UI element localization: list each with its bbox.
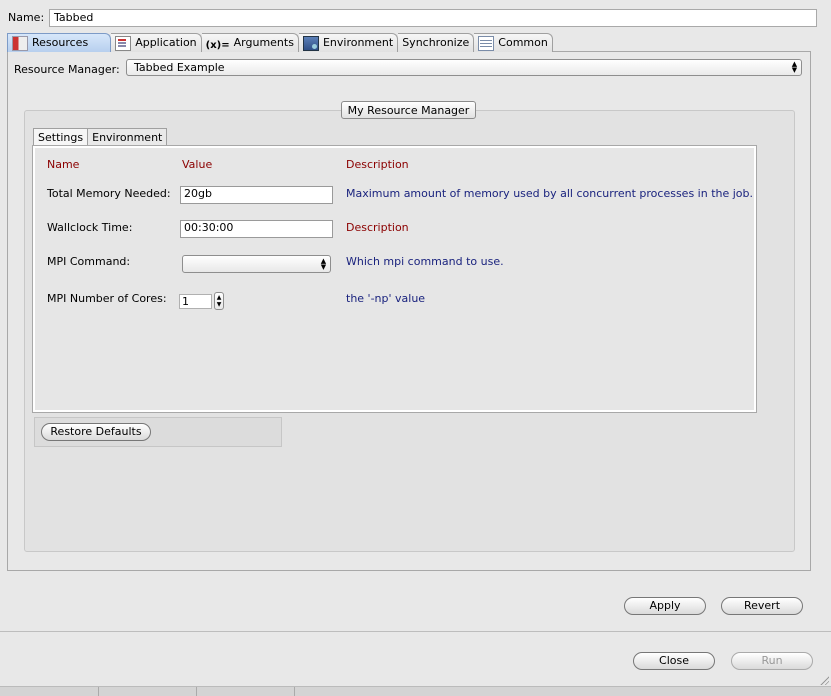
mpi-cores-label: MPI Number of Cores: xyxy=(47,292,167,305)
tab-label: Application xyxy=(135,36,197,49)
tab-arguments[interactable]: (x)= Arguments xyxy=(201,33,299,52)
divider xyxy=(0,631,831,632)
tab-label: Resources xyxy=(32,36,89,49)
tab-environment[interactable]: Environment xyxy=(298,33,399,52)
resource-manager-label: Resource Manager: xyxy=(14,63,120,76)
resource-manager-select[interactable]: Tabbed Example ▲ ▼ xyxy=(126,59,802,76)
tab-label: Synchronize xyxy=(402,36,470,49)
application-icon xyxy=(115,35,132,51)
mpi-command-select[interactable]: ▲ ▼ xyxy=(182,255,331,273)
launch-config-tabs: Resources Application (x)= Arguments Env… xyxy=(7,33,553,52)
column-header-name: Name xyxy=(47,158,80,171)
tab-label: Environment xyxy=(322,36,394,49)
wallclock-time-label: Wallclock Time: xyxy=(47,221,133,234)
total-memory-description: Maximum amount of memory used by all con… xyxy=(346,187,754,200)
tab-application[interactable]: Application xyxy=(111,33,202,52)
tab-label: Common xyxy=(498,36,548,49)
wallclock-time-input[interactable]: 00:30:00 xyxy=(180,220,333,238)
mpi-cores-description: the '-np' value xyxy=(346,292,426,305)
mpi-cores-input[interactable]: 1 xyxy=(179,294,212,309)
mpi-cores-stepper[interactable]: ▲ ▼ xyxy=(214,292,224,310)
mpi-command-label: MPI Command: xyxy=(47,255,131,268)
inner-tabs: Settings Environment xyxy=(33,128,168,146)
chevron-updown-icon: ▲ ▼ xyxy=(791,60,798,74)
arguments-icon: (x)= xyxy=(205,39,230,51)
tab-label: Arguments xyxy=(233,36,294,49)
environment-icon xyxy=(302,35,319,51)
name-label: Name: xyxy=(8,11,45,24)
common-icon xyxy=(478,35,495,51)
apply-button[interactable]: Apply xyxy=(624,597,706,615)
resize-grip-icon[interactable] xyxy=(819,675,829,685)
chevron-updown-icon: ▲ ▼ xyxy=(320,257,327,271)
tab-synchronize[interactable]: Synchronize xyxy=(398,33,475,52)
wallclock-time-description: Description xyxy=(346,221,409,234)
group-title: My Resource Manager xyxy=(341,101,476,119)
tab-resources[interactable]: Resources xyxy=(7,33,112,52)
column-header-value: Value xyxy=(182,158,213,171)
mpi-command-description: Which mpi command to use. xyxy=(346,255,504,268)
revert-button[interactable]: Revert xyxy=(721,597,803,615)
resources-icon xyxy=(12,35,28,51)
restore-defaults-button[interactable]: Restore Defaults xyxy=(41,423,151,441)
tab-common[interactable]: Common xyxy=(474,33,553,52)
tab-inner-environment[interactable]: Environment xyxy=(88,128,168,146)
close-button[interactable]: Close xyxy=(633,652,715,670)
total-memory-label: Total Memory Needed: xyxy=(47,187,171,200)
column-header-description: Description xyxy=(346,158,409,171)
name-input[interactable]: Tabbed xyxy=(49,9,817,27)
run-button: Run xyxy=(731,652,813,670)
tab-settings[interactable]: Settings xyxy=(33,128,89,146)
total-memory-input[interactable]: 20gb xyxy=(180,186,333,204)
settings-pane xyxy=(32,145,757,413)
resource-manager-value: Tabbed Example xyxy=(134,61,225,74)
